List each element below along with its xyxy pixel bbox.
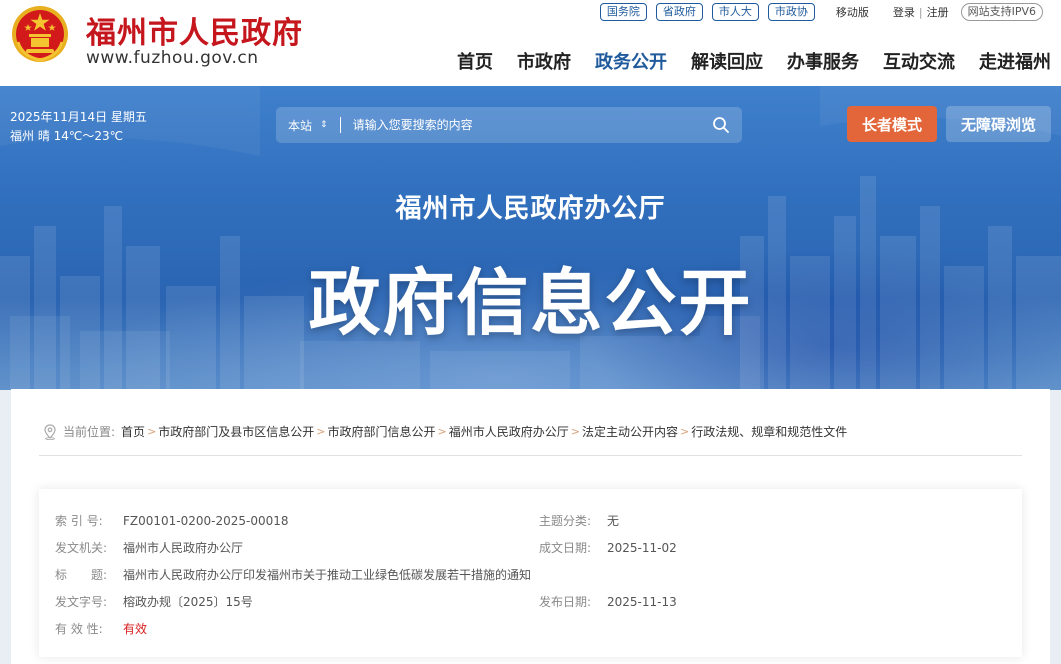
banner: 2025年11月14日 星期五 福州 晴 14℃～23℃ 本站 ⇕ 长者模式 无… <box>0 86 1061 390</box>
breadcrumb-separator: > <box>680 425 690 438</box>
info-row-published: 发布日期: 2025-11-13 <box>539 593 677 610</box>
breadcrumb-separator: > <box>437 425 447 438</box>
info-row-created: 成文日期: 2025-11-02 <box>539 539 677 556</box>
breadcrumb-separator: > <box>570 425 580 438</box>
issuer-label: 发文机关: <box>55 541 108 555</box>
breadcrumb-item-departments[interactable]: 市政府部门信息公开 <box>328 423 436 440</box>
index-value: FZ00101-0200-2025-00018 <box>123 514 289 528</box>
banner-title: 政府信息公开 <box>0 244 1061 349</box>
nav-interaction[interactable]: 互动交流 <box>883 48 955 74</box>
breadcrumb-divider <box>39 455 1022 456</box>
nav-interpretation[interactable]: 解读回应 <box>691 48 763 74</box>
banner-subtitle: 福州市人民政府办公厅 <box>0 188 1061 225</box>
breadcrumb-item-statutory-content[interactable]: 法定主动公开内容 <box>582 423 678 440</box>
date-weather: 2025年11月14日 星期五 福州 晴 14℃～23℃ <box>10 108 147 146</box>
info-row-issuer: 发文机关: 福州市人民政府办公厅 <box>55 539 243 556</box>
login-separator: | <box>918 5 923 19</box>
site-name[interactable]: 福州市人民政府 <box>86 8 303 52</box>
link-municipal-congress[interactable]: 市人大 <box>711 3 759 21</box>
breadcrumb-item-departments-districts[interactable]: 市政府部门及县市区信息公开 <box>158 423 314 440</box>
breadcrumb-item-general-office[interactable]: 福州市人民政府办公厅 <box>449 423 569 440</box>
validity-value: 有效 <box>123 622 148 636</box>
info-row-title: 标 题: 福州市人民政府办公厅印发福州市关于推动工业绿色低碳发展若干措施的通知 <box>55 566 531 583</box>
login-link[interactable]: 登录 <box>893 4 915 20</box>
banner-subtitle-text: 福州市人民政府办公厅 <box>395 194 666 224</box>
validity-label: 有 效 性: <box>55 622 103 636</box>
main-nav: 首页 市政府 政务公开 解读回应 办事服务 互动交流 走进福州 <box>433 48 1051 74</box>
link-state-council[interactable]: 国务院 <box>599 3 647 21</box>
search-scope-label: 本站 <box>288 118 313 133</box>
banner-title-text: 政府信息公开 <box>308 261 753 345</box>
mobile-version-link[interactable]: 移动版 <box>836 4 869 20</box>
register-link[interactable]: 注册 <box>927 4 949 20</box>
breadcrumb: 当前位置: 首页 > 市政府部门及县市区信息公开 > 市政府部门信息公开 > 福… <box>43 423 847 440</box>
accessible-browse-button[interactable]: 无障碍浏览 <box>946 106 1051 142</box>
search-input[interactable] <box>352 118 693 132</box>
published-date-label: 发布日期: <box>539 595 592 609</box>
search-scope-select[interactable]: 本站 ⇕ <box>288 117 328 134</box>
topic-label: 主题分类: <box>539 514 592 528</box>
search-icon[interactable] <box>712 116 730 134</box>
current-date: 2025年11月14日 星期五 <box>10 110 147 124</box>
published-date-value: 2025-11-13 <box>607 595 677 609</box>
breadcrumb-separator: > <box>316 425 326 438</box>
link-provincial-government[interactable]: 省政府 <box>655 3 703 21</box>
search-bar: 本站 ⇕ <box>276 107 742 143</box>
weather-info: 福州 晴 14℃～23℃ <box>10 129 124 143</box>
document-info-panel: 索 引 号: FZ00101-0200-2025-00018 主题分类: 无 发文机… <box>39 489 1022 657</box>
site-url[interactable]: www.fuzhou.gov.cn <box>86 48 259 68</box>
index-label: 索 引 号: <box>55 514 103 528</box>
nav-municipal-government[interactable]: 市政府 <box>517 48 571 74</box>
topic-value: 无 <box>607 514 620 528</box>
content-card: 当前位置: 首页 > 市政府部门及县市区信息公开 > 市政府部门信息公开 > 福… <box>11 389 1050 664</box>
issuer-value: 福州市人民政府办公厅 <box>123 541 244 555</box>
info-row-validity: 有 效 性: 有效 <box>55 620 147 637</box>
created-date-label: 成文日期: <box>539 541 592 555</box>
select-arrows-icon: ⇕ <box>320 120 328 130</box>
info-row-topic: 主题分类: 无 <box>539 512 619 529</box>
breadcrumb-item-home[interactable]: 首页 <box>121 423 145 440</box>
title-value: 福州市人民政府办公厅印发福州市关于推动工业绿色低碳发展若干措施的通知 <box>123 568 532 582</box>
nav-services[interactable]: 办事服务 <box>787 48 859 74</box>
breadcrumb-separator: > <box>147 425 157 438</box>
link-municipal-cppcc[interactable]: 市政协 <box>767 3 815 21</box>
breadcrumb-label: 当前位置: <box>63 425 116 439</box>
nav-government-affairs[interactable]: 政务公开 <box>595 48 667 74</box>
docno-value: 榕政办规〔2025〕15号 <box>123 595 253 609</box>
top-links: 国务院 省政府 市人大 市政协 移动版 登录 | 注册 网站支持IPV6 <box>599 3 1043 21</box>
nav-home[interactable]: 首页 <box>457 48 493 74</box>
elder-mode-button[interactable]: 长者模式 <box>847 106 937 142</box>
search-divider <box>339 117 341 133</box>
created-date-value: 2025-11-02 <box>607 541 677 555</box>
title-label: 标 题: <box>55 568 108 582</box>
national-emblem-icon <box>12 6 68 62</box>
site-header: 福州市人民政府 www.fuzhou.gov.cn 国务院 省政府 市人大 市政… <box>0 0 1061 86</box>
ipv6-badge: 网站支持IPV6 <box>960 3 1043 21</box>
info-row-docno: 发文字号: 榕政办规〔2025〕15号 <box>55 593 253 610</box>
info-row-index: 索 引 号: FZ00101-0200-2025-00018 <box>55 512 289 529</box>
location-pin-icon <box>44 423 56 440</box>
nav-about-fuzhou[interactable]: 走进福州 <box>979 48 1051 74</box>
breadcrumb-item-regulations[interactable]: 行政法规、规章和规范性文件 <box>691 423 847 440</box>
docno-label: 发文字号: <box>55 595 108 609</box>
